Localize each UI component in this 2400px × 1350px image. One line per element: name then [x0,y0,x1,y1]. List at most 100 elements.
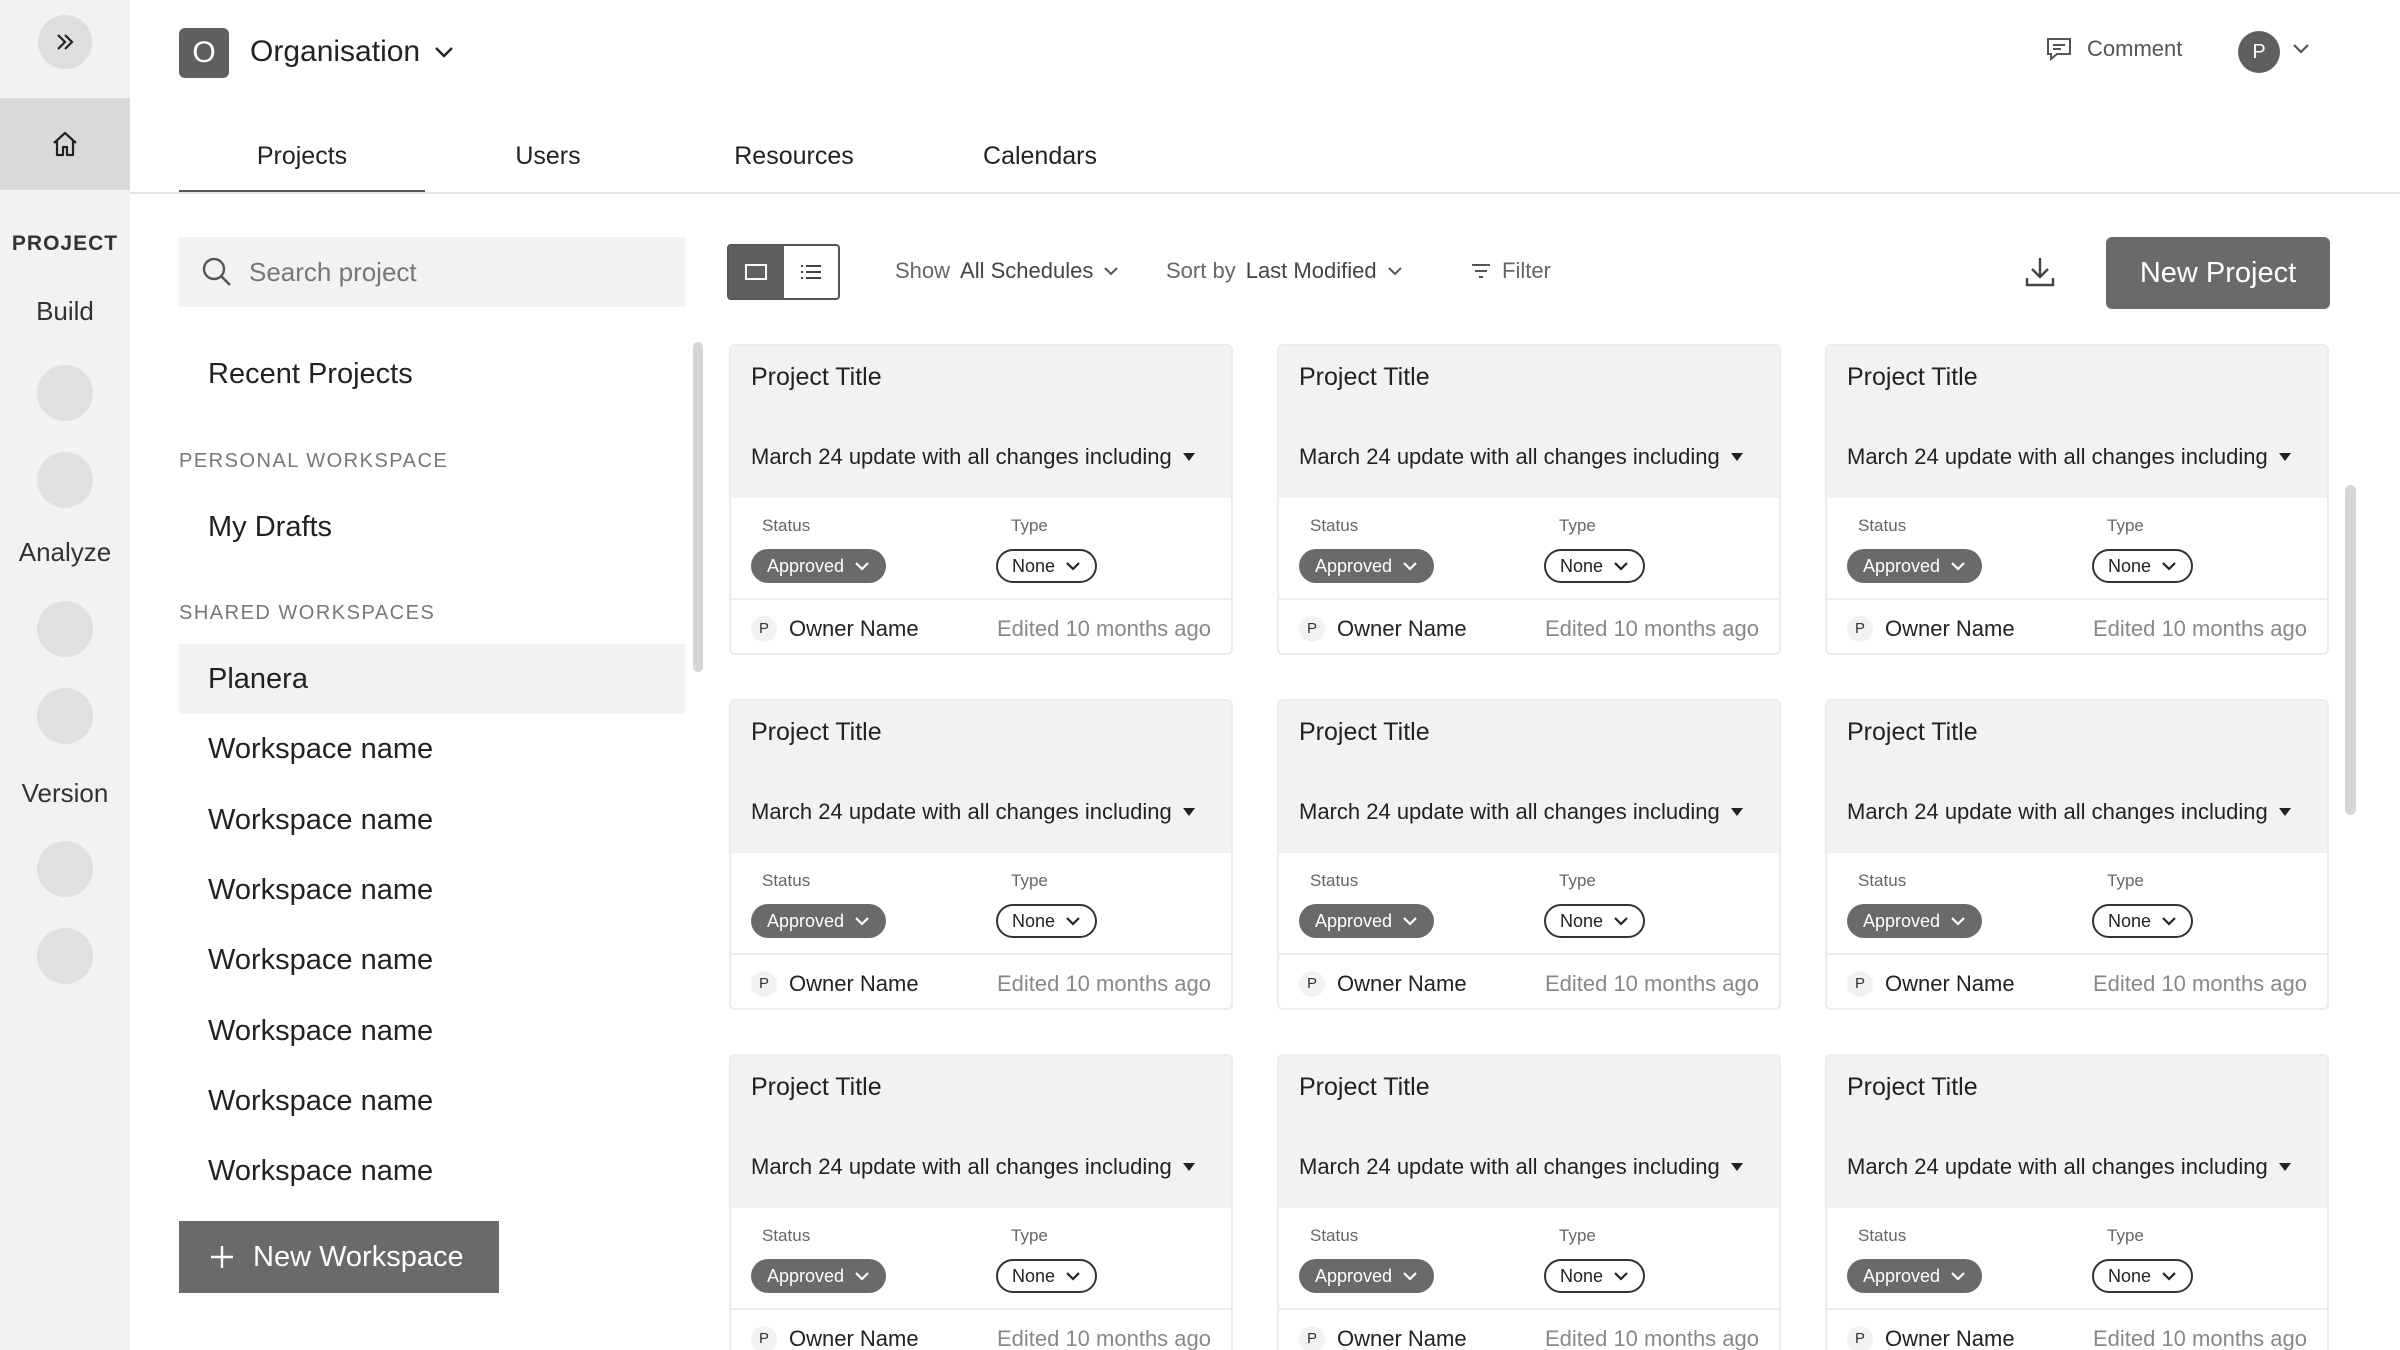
update-dropdown[interactable]: March 24 update with all changes includi… [751,444,1211,470]
status-dropdown[interactable]: Approved [1847,549,1983,583]
owner-name: Owner Name [789,615,919,641]
workspace-item[interactable]: Workspace name [179,714,685,784]
workspace-item[interactable]: Workspace name [179,996,685,1066]
filter-button[interactable]: Filter [1470,258,1551,284]
search-input[interactable] [249,256,669,288]
update-dropdown[interactable]: March 24 update with all changes includi… [1847,799,2307,825]
workspace-item[interactable]: Workspace name [179,1066,685,1136]
type-dropdown[interactable]: None [2092,904,2194,938]
update-label: March 24 update with all changes includi… [751,444,1172,469]
project-card[interactable]: Project Title March 24 update with all c… [729,699,1233,1010]
status-dropdown[interactable]: Approved [1847,1259,1983,1293]
workspace-item[interactable]: Workspace name [179,925,685,995]
show-value: All Schedules [960,258,1094,283]
edited-timestamp: Edited 10 months ago [1544,1325,1759,1350]
type-dropdown[interactable]: None [2092,1259,2194,1293]
type-dropdown[interactable]: None [1544,904,1646,938]
status-dropdown[interactable]: Approved [751,904,887,938]
edited-timestamp: Edited 10 months ago [996,1325,1211,1350]
tab-projects[interactable]: Projects [179,130,425,194]
plus-icon [211,1246,233,1268]
project-title: Project Title [1847,363,1978,391]
show-schedules-dropdown[interactable]: Show All Schedules [895,258,1119,284]
status-label: Status [1858,871,1907,890]
tab-users[interactable]: Users [425,130,671,194]
status-dropdown[interactable]: Approved [1299,549,1435,583]
update-dropdown[interactable]: March 24 update with all changes includi… [1299,1154,1759,1180]
project-card[interactable]: Project Title March 24 update with all c… [1825,1054,2329,1350]
status-dropdown[interactable]: Approved [1847,904,1983,938]
owner-name: Owner Name [1885,1325,2015,1350]
project-card[interactable]: Project Title March 24 update with all c… [1825,344,2329,655]
update-dropdown[interactable]: March 24 update with all changes includi… [1299,799,1759,825]
update-dropdown[interactable]: March 24 update with all changes includi… [1299,444,1759,470]
project-title: Project Title [1299,718,1430,746]
rail-version-item-2[interactable] [37,928,93,984]
update-dropdown[interactable]: March 24 update with all changes includi… [751,1154,1211,1180]
rail-build-item-1[interactable] [37,365,93,421]
edited-timestamp: Edited 10 months ago [1544,615,1759,641]
rail-build-item-2[interactable] [37,452,93,508]
caret-down-icon [1730,453,1743,461]
org-switcher[interactable]: Organisation [250,35,454,69]
grid-view-icon [745,264,768,280]
sidebar-scrollbar[interactable] [693,342,703,672]
type-value: None [1012,1265,1056,1286]
new-project-button[interactable]: New Project [2106,237,2330,309]
grid-view-button[interactable] [729,246,784,298]
project-title: Project Title [1299,1073,1430,1101]
update-dropdown[interactable]: March 24 update with all changes includi… [751,799,1211,825]
update-dropdown[interactable]: March 24 update with all changes includi… [1847,444,2307,470]
edited-timestamp: Edited 10 months ago [1544,970,1759,996]
account-chevron-down-icon[interactable] [2292,43,2310,55]
view-toggle [727,244,840,300]
my-drafts-link[interactable]: My Drafts [179,492,685,562]
type-dropdown[interactable]: None [996,904,1098,938]
tab-resources[interactable]: Resources [671,130,917,194]
project-card[interactable]: Project Title March 24 update with all c… [1825,699,2329,1010]
card-meta: Status Approved Type None [1279,498,1779,600]
new-workspace-button[interactable]: New Workspace [179,1221,499,1293]
search-icon [202,257,231,286]
comment-button[interactable]: Comment [2045,36,2182,62]
project-card[interactable]: Project Title March 24 update with all c… [729,344,1233,655]
rail-analyze-item-2[interactable] [37,688,93,744]
workspace-item[interactable]: Workspace name [179,785,685,855]
type-dropdown[interactable]: None [996,1259,1098,1293]
type-dropdown[interactable]: None [2092,549,2194,583]
type-dropdown[interactable]: None [1544,549,1646,583]
workspace-item[interactable]: Workspace name [179,1136,685,1206]
workspace-item[interactable]: Workspace name [179,855,685,925]
card-meta: Status Approved Type None [1827,853,2327,955]
project-card[interactable]: Project Title March 24 update with all c… [1277,344,1781,655]
status-dropdown[interactable]: Approved [1299,904,1435,938]
status-dropdown[interactable]: Approved [751,1259,887,1293]
sort-dropdown[interactable]: Sort by Last Modified [1166,258,1403,284]
status-dropdown[interactable]: Approved [751,549,887,583]
status-value: Approved [1863,555,1941,576]
expand-rail-button[interactable] [38,15,92,69]
list-view-button[interactable] [784,246,839,298]
user-avatar[interactable]: P [2238,31,2280,73]
chevron-down-icon [1403,562,1417,571]
download-icon[interactable] [2022,254,2058,290]
tab-calendars[interactable]: Calendars [917,130,1163,194]
workspace-item[interactable]: Planera [179,644,685,714]
recent-projects-link[interactable]: Recent Projects [208,358,413,391]
rail-version-item-1[interactable] [37,841,93,897]
owner-name: Owner Name [1885,970,2015,996]
update-dropdown[interactable]: March 24 update with all changes includi… [1847,1154,2307,1180]
card-header: Project Title March 24 update with all c… [1279,346,1779,498]
type-dropdown[interactable]: None [1544,1259,1646,1293]
home-button[interactable] [0,98,130,190]
rail-label-version: Version [21,778,109,808]
project-card[interactable]: Project Title March 24 update with all c… [1277,1054,1781,1350]
status-dropdown[interactable]: Approved [1299,1259,1435,1293]
owner-name: Owner Name [789,1325,919,1350]
rail-analyze-item-1[interactable] [37,601,93,657]
owner-name: Owner Name [1885,615,2015,641]
project-card[interactable]: Project Title March 24 update with all c… [1277,699,1781,1010]
type-dropdown[interactable]: None [996,549,1098,583]
project-card[interactable]: Project Title March 24 update with all c… [729,1054,1233,1350]
grid-scrollbar[interactable] [2345,485,2356,815]
